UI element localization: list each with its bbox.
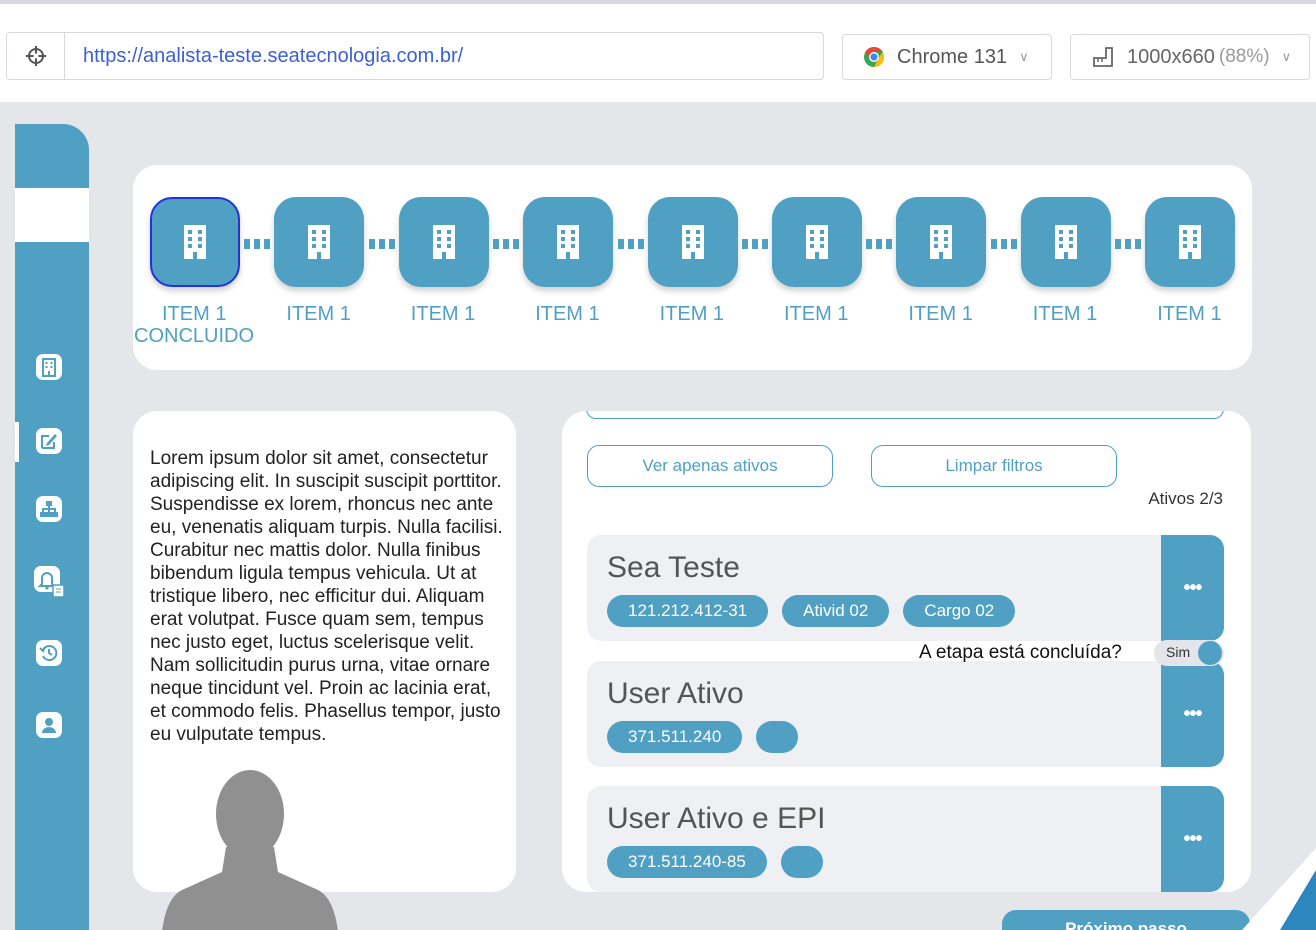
steps-progress: ITEM 1 CONCLUIDO ITEM 1 ITEM 1 ITEM 1 ITEM 1I…	[133, 165, 1252, 370]
more-options-button[interactable]: •••	[1161, 535, 1224, 641]
browser-name: Chrome 131	[897, 45, 1008, 68]
step-connector	[866, 239, 893, 249]
step-connector	[368, 239, 395, 249]
more-options-button[interactable]: •••	[1161, 786, 1224, 892]
building-icon	[523, 197, 614, 287]
user-tag: Cargo 02	[903, 595, 1016, 627]
user-icon	[36, 712, 62, 738]
target-icon[interactable]	[7, 33, 65, 79]
step-item[interactable]: ITEM 1	[1020, 197, 1111, 325]
step-item[interactable]: ITEM 1	[398, 197, 489, 325]
user-tag: 371.511.240	[607, 721, 743, 753]
url-bar[interactable]: https://analista-teste.seatecnologia.com…	[6, 32, 824, 80]
sidebar-logo-area	[15, 188, 89, 242]
sidebar-item-history[interactable]	[32, 636, 66, 670]
step-complete-toggle[interactable]: Sim	[1154, 640, 1224, 666]
step-item[interactable]: ITEM 1 CONCLUIDO	[134, 197, 254, 347]
user-tags: 371.511.240	[607, 721, 799, 753]
history-icon	[36, 640, 62, 666]
step-connector	[244, 239, 271, 249]
building-icon	[398, 197, 489, 287]
step-connector	[742, 239, 768, 249]
step-label-text: ITEM 1	[1157, 303, 1222, 325]
user-tag	[756, 721, 799, 753]
building-icon	[896, 197, 987, 287]
sidebar-item-notifications[interactable]	[32, 564, 66, 598]
building-icon	[274, 197, 365, 287]
sidebar-active-indicator	[15, 422, 19, 462]
step-connector	[990, 239, 1017, 249]
toggle-knob	[1198, 641, 1222, 665]
step-connector	[617, 239, 644, 249]
active-count: Ativos 2/3	[1148, 489, 1223, 508]
sidebar	[15, 124, 89, 930]
step-item[interactable]: ITEM 1	[647, 197, 738, 325]
sidebar-item-building[interactable]	[32, 350, 66, 384]
search-input[interactable]	[586, 411, 1224, 419]
step-connector	[493, 239, 520, 249]
browser-select[interactable]: Chrome 131 ∨	[842, 34, 1052, 80]
building-icon	[647, 197, 738, 287]
sidebar-item-profile[interactable]	[32, 708, 66, 742]
clear-filters-button[interactable]: Limpar filtros	[871, 445, 1117, 487]
step-label: ITEM 1	[1157, 303, 1316, 325]
more-options-button[interactable]: •••	[1161, 661, 1224, 767]
toggle-label: Sim	[1166, 644, 1191, 660]
sidebar-item-org[interactable]	[32, 492, 66, 526]
resolution-select[interactable]: 1000x660 (88%) ∨	[1070, 34, 1310, 80]
ruler-icon	[1093, 47, 1113, 67]
user-tags: 121.212.412-31 Ativid 02 Cargo 02	[607, 595, 1016, 627]
description-text: Lorem ipsum dolor sit amet, consectetur …	[150, 448, 503, 745]
building-icon	[150, 197, 240, 287]
chrome-icon	[864, 47, 884, 67]
user-row[interactable]: User Ativo e EPI 371.511.240-85 •••	[587, 786, 1224, 892]
sidebar-item-edit[interactable]	[32, 424, 66, 458]
user-tags: 371.511.240-85	[607, 846, 823, 878]
org-chart-icon	[36, 496, 62, 522]
resolution-value: 1000x660	[1127, 45, 1215, 68]
building-icon	[1020, 197, 1111, 287]
bell-document-icon	[34, 566, 65, 598]
chevron-down-icon: ∨	[1281, 49, 1292, 64]
step-status: CONCLUIDO	[134, 325, 255, 347]
edit-icon	[36, 428, 62, 454]
step-connector	[1115, 239, 1142, 249]
url-text[interactable]: https://analista-teste.seatecnologia.com…	[65, 45, 463, 68]
filter-active-button[interactable]: Ver apenas ativos	[587, 445, 833, 487]
browser-toolbar: https://analista-teste.seatecnologia.com…	[0, 0, 1316, 102]
user-tag: 371.511.240-85	[607, 846, 767, 878]
building-icon	[772, 197, 862, 287]
user-name: Sea Teste	[607, 551, 740, 584]
building-icon	[1145, 197, 1236, 287]
user-name: User Ativo	[607, 677, 744, 710]
building-icon	[36, 354, 62, 380]
zoom-value: (88%)	[1218, 46, 1270, 67]
corner-decoration	[1242, 848, 1316, 930]
user-row[interactable]: User Ativo 371.511.240 •••	[587, 661, 1224, 767]
next-step-button[interactable]: Próximo passo	[1002, 910, 1250, 930]
step-complete-question: A etapa está concluída?	[919, 642, 1122, 663]
step-item[interactable]: ITEM 1	[772, 197, 862, 325]
chevron-down-icon: ∨	[1019, 49, 1029, 64]
user-tag: 121.212.412-31	[607, 595, 769, 627]
users-panel: Ver apenas ativos Limpar filtros Ativos …	[562, 411, 1251, 892]
user-name: User Ativo e EPI	[607, 802, 826, 835]
person-avatar-icon	[162, 770, 338, 930]
step-item[interactable]: ITEM 1	[1145, 197, 1236, 325]
step-item[interactable]: ITEM 1	[523, 197, 614, 325]
user-tag: Ativid 02	[782, 595, 890, 627]
step-item[interactable]: ITEM 1	[896, 197, 987, 325]
user-tag	[780, 846, 823, 878]
step-item[interactable]: ITEM 1	[274, 197, 365, 325]
user-row[interactable]: Sea Teste 121.212.412-31 Ativid 02 Cargo 02…	[587, 535, 1224, 641]
